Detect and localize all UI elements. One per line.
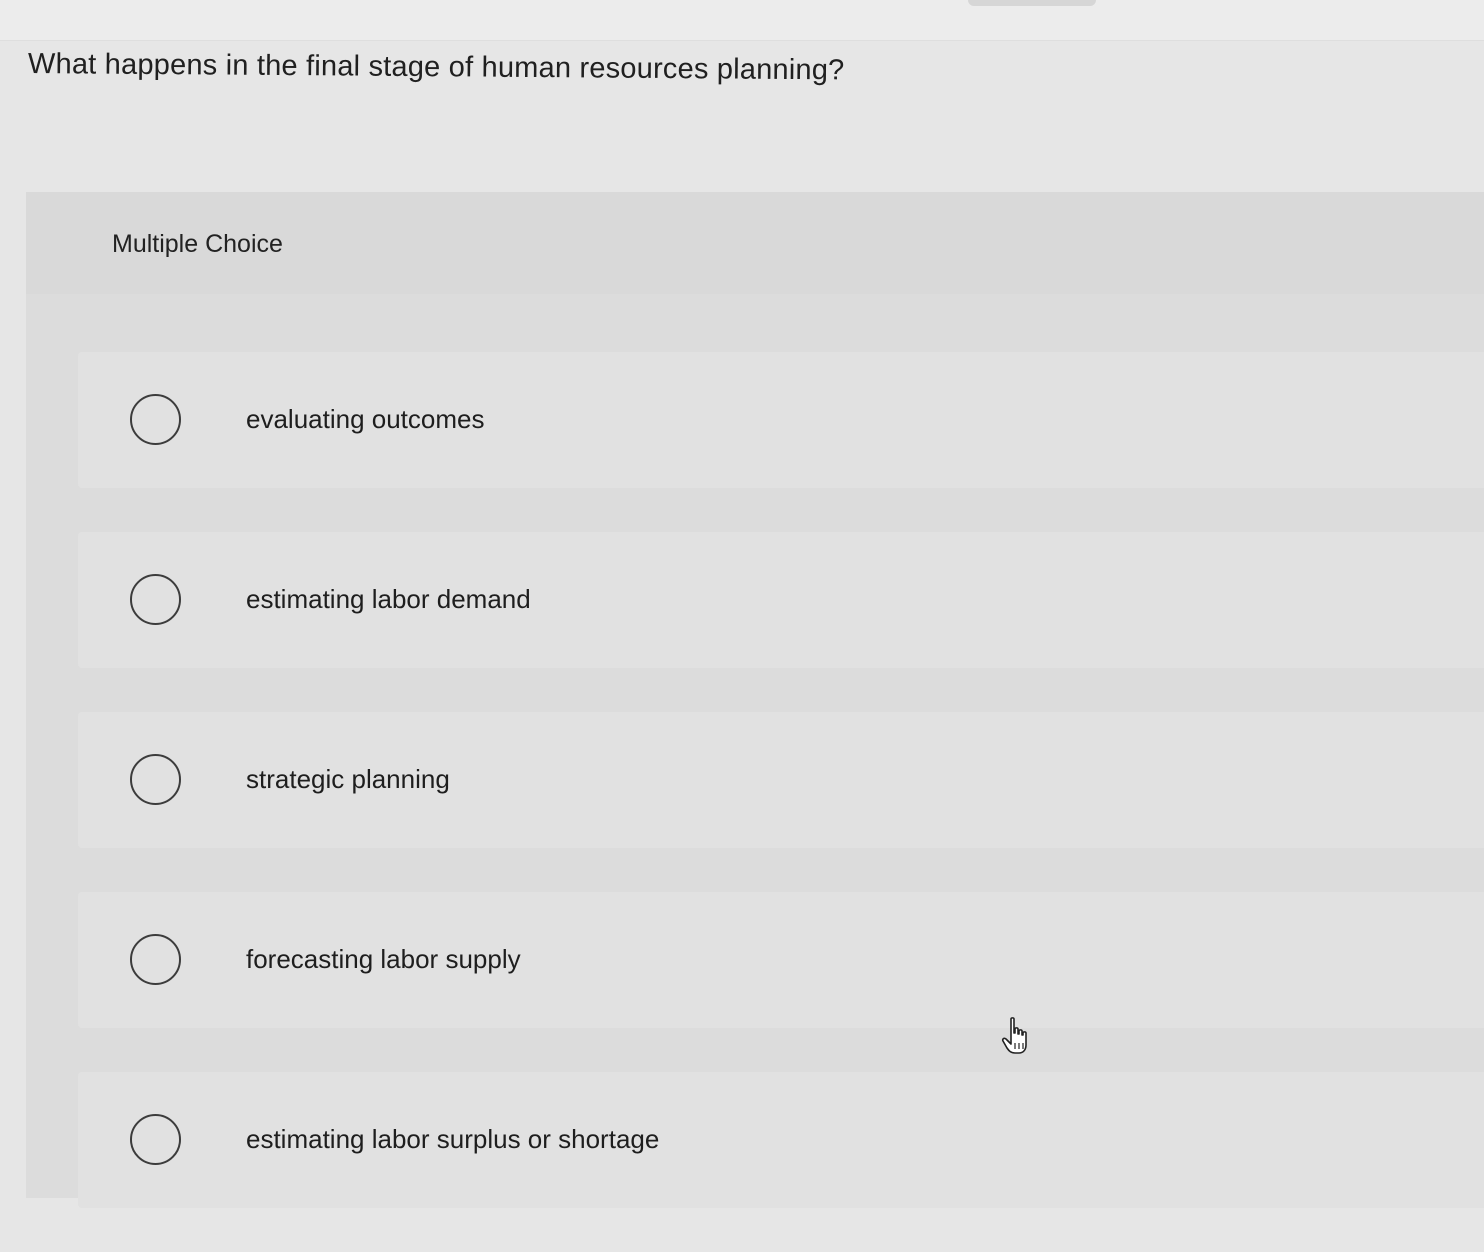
- question-type-label: Multiple Choice: [112, 230, 283, 258]
- option-label[interactable]: forecasting labor supply: [246, 944, 521, 975]
- radio-button[interactable]: [130, 1114, 181, 1165]
- option-estimating-labor-demand[interactable]: estimating labor demand: [78, 532, 1484, 668]
- option-label[interactable]: estimating labor demand: [246, 584, 531, 615]
- radio-button[interactable]: [130, 574, 181, 625]
- option-label[interactable]: strategic planning: [246, 764, 450, 795]
- question-type-header: Multiple Choice: [26, 192, 1484, 294]
- multiple-choice-panel: Multiple Choice evaluating outcomes esti…: [26, 192, 1484, 1208]
- option-label[interactable]: evaluating outcomes: [246, 404, 484, 435]
- hand-pointer-icon: [1001, 1017, 1027, 1054]
- option-estimating-labor-surplus-or-shortage[interactable]: estimating labor surplus or shortage: [78, 1072, 1484, 1208]
- option-evaluating-outcomes[interactable]: evaluating outcomes: [78, 352, 1484, 488]
- option-strategic-planning[interactable]: strategic planning: [78, 712, 1484, 848]
- options-list: evaluating outcomes estimating labor dem…: [78, 352, 1484, 1252]
- radio-button[interactable]: [130, 394, 181, 445]
- option-label[interactable]: estimating labor surplus or shortage: [246, 1124, 659, 1155]
- top-strip: [0, 0, 1484, 41]
- radio-button[interactable]: [130, 754, 181, 805]
- option-forecasting-labor-supply[interactable]: forecasting labor supply: [78, 892, 1484, 1028]
- top-tab[interactable]: [968, 0, 1096, 6]
- radio-button[interactable]: [130, 934, 181, 985]
- question-text: What happens in the final stage of human…: [27, 48, 845, 87]
